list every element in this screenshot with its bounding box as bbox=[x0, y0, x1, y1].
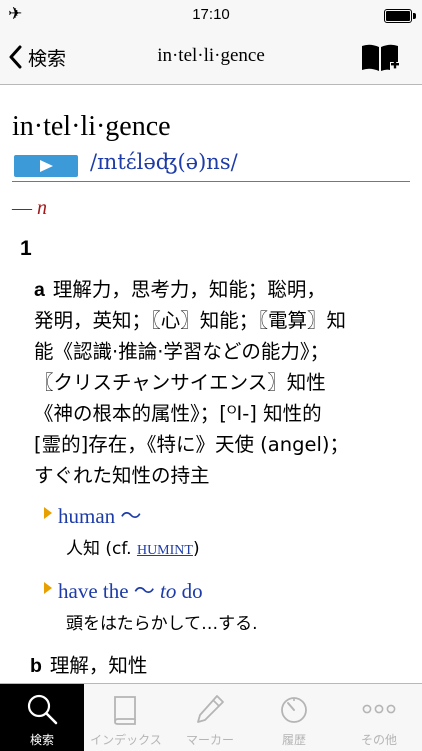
sense-number: 1 bbox=[20, 237, 32, 260]
phrase-italic: to bbox=[160, 579, 177, 603]
phrase: have the ～ to do bbox=[58, 575, 203, 605]
phrase-text: have the ～ bbox=[58, 579, 161, 603]
add-bookmark-book-icon[interactable] bbox=[360, 42, 400, 74]
tab-index[interactable]: インデックス bbox=[84, 684, 168, 751]
definition-text: 理解，知性 bbox=[49, 654, 148, 677]
tab-more[interactable]: その他 bbox=[336, 684, 422, 751]
search-icon bbox=[27, 694, 58, 725]
tab-label: インデックス bbox=[90, 733, 162, 747]
back-button-label: 検索 bbox=[28, 48, 67, 70]
tab-search[interactable]: 検索 bbox=[0, 684, 84, 751]
phrase-text: do bbox=[176, 579, 203, 603]
headword: in·tel·li·gence bbox=[12, 111, 171, 142]
phrase-marker-icon bbox=[44, 507, 52, 519]
part-of-speech: — n bbox=[12, 197, 47, 220]
play-icon bbox=[40, 160, 53, 172]
tab-bar: 検索 インデックス マーカー 履歴 その他 bbox=[0, 683, 422, 751]
cross-reference-link[interactable]: HUMINT bbox=[137, 543, 193, 558]
translation-text: 人知 (cf. bbox=[66, 539, 137, 559]
definition-line: 能《認識·推論·学習などの能力》； bbox=[34, 340, 330, 363]
definition-line: a 理解力，思考力，知能；聡明， bbox=[34, 273, 326, 302]
definition-line: 《神の根本的属性》；[ᴼI-] 知性的 bbox=[34, 402, 322, 425]
battery-icon bbox=[384, 9, 412, 23]
tab-label: 履歴 bbox=[281, 733, 306, 747]
page-title: in·tel·li·gence bbox=[157, 45, 265, 66]
subsense-letter: a bbox=[34, 279, 45, 301]
divider bbox=[12, 181, 410, 182]
translation-text: ) bbox=[192, 539, 200, 559]
status-time: 17:10 bbox=[192, 6, 230, 23]
play-pronunciation-button[interactable] bbox=[14, 155, 78, 177]
phrase: human ～ bbox=[58, 500, 141, 530]
pronunciation: /ɪntέləʤ(ə)ns/ bbox=[90, 150, 238, 174]
tab-label: その他 bbox=[360, 733, 397, 747]
definition-line: b 理解，知性 bbox=[30, 649, 147, 678]
pen-icon bbox=[197, 695, 224, 723]
navigation-bar: 検索 in·tel·li·gence bbox=[0, 30, 422, 85]
definition-line: すぐれた知性の持主 bbox=[34, 464, 210, 487]
definition-text: 理解力，思考力，知能；聡明， bbox=[52, 278, 326, 301]
history-icon bbox=[281, 697, 307, 723]
tab-label: マーカー bbox=[185, 733, 234, 747]
subsense-letter: b bbox=[30, 655, 42, 677]
tab-label: 検索 bbox=[29, 733, 54, 747]
phrase-translation: 頭をはたらかして…する. bbox=[66, 614, 258, 634]
tab-history[interactable]: 履歴 bbox=[252, 684, 336, 751]
pos-dash: — bbox=[12, 197, 32, 219]
tab-marker[interactable]: マーカー bbox=[168, 684, 252, 751]
definition-line: 発明，英知；〖心〗知能；〖電算〗知 bbox=[34, 309, 347, 332]
pos-label: n bbox=[37, 197, 47, 219]
battery-tip bbox=[413, 13, 416, 19]
back-button[interactable]: 検索 bbox=[8, 42, 66, 72]
phrase-translation: 人知 (cf. HUMINT) bbox=[66, 534, 200, 559]
status-bar: ✈ 17:10 bbox=[0, 0, 422, 30]
chevron-left-icon bbox=[9, 45, 22, 69]
definition-line: 〖クリスチャンサイエンス〗知性 bbox=[34, 371, 326, 394]
phrase-marker-icon bbox=[44, 582, 52, 594]
phrase-text: human ～ bbox=[58, 504, 142, 528]
definition-line: [霊的]存在，《特に》天使 (angel)； bbox=[34, 433, 349, 456]
book-icon bbox=[114, 696, 136, 725]
more-icon bbox=[362, 704, 396, 714]
dictionary-entry: in·tel·li·gence /ɪntέləʤ(ə)ns/ — n 1 a 理解… bbox=[0, 85, 422, 683]
